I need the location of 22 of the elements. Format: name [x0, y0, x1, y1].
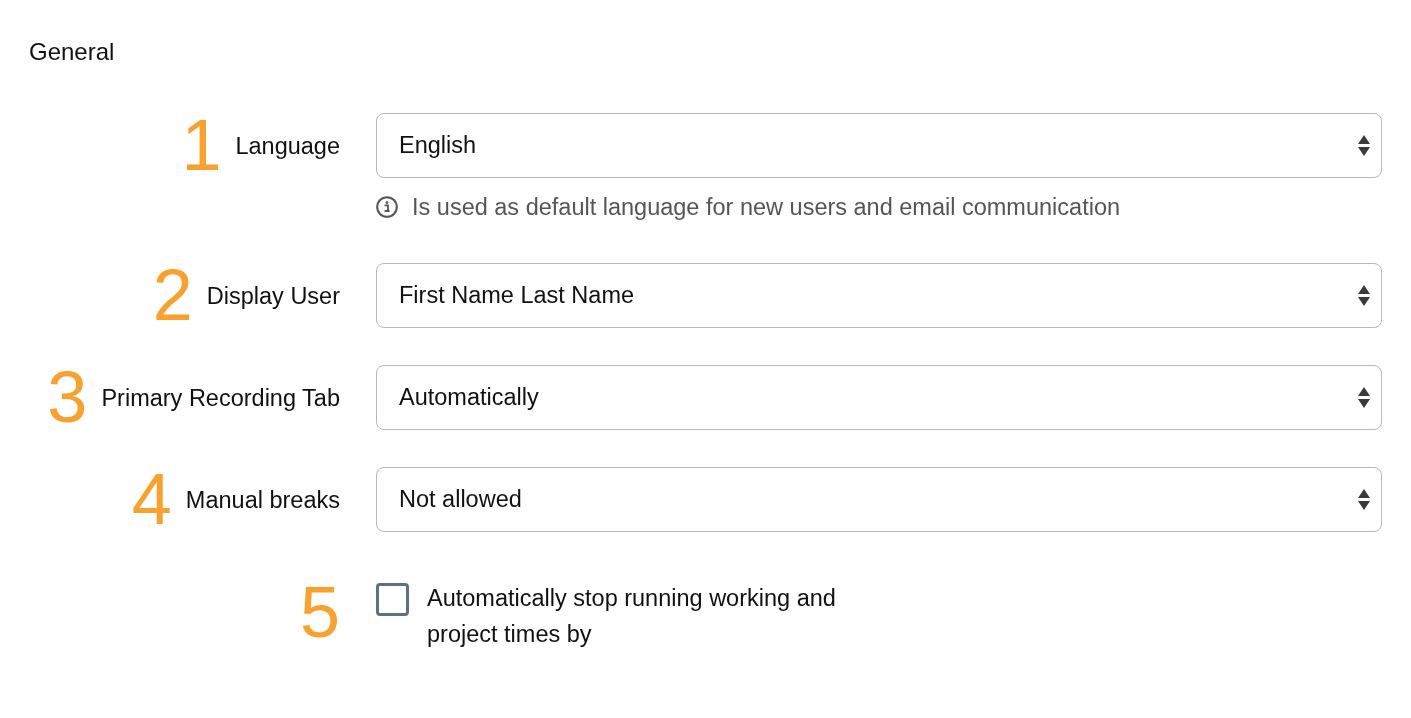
step-number: 3 — [47, 368, 88, 427]
dropdown-select[interactable]: Automatically — [376, 365, 1382, 430]
field-label: Language — [235, 131, 340, 160]
checkbox[interactable] — [376, 583, 409, 616]
field-label: Manual breaks — [185, 485, 340, 514]
up-down-caret-icon — [1358, 489, 1370, 510]
info-icon — [376, 196, 398, 218]
up-down-caret-icon — [1358, 387, 1370, 408]
field-label: Display User — [206, 281, 340, 310]
step-number: 5 — [299, 584, 340, 642]
dropdown-select[interactable]: First Name Last Name — [376, 263, 1382, 328]
step-number: 4 — [131, 470, 172, 529]
up-down-caret-icon — [1358, 135, 1370, 156]
checkbox-label: Automatically stop running working and project times by — [427, 584, 837, 649]
up-down-caret-icon — [1358, 285, 1370, 306]
field-label: Primary Recording Tab — [101, 383, 340, 412]
dropdown-select[interactable]: Not allowed — [376, 467, 1382, 532]
hint-text: Is used as default language for new users and email communication — [412, 194, 1121, 220]
section-title: General — [29, 37, 115, 67]
dropdown-select[interactable]: English — [376, 113, 1382, 178]
step-number: 2 — [152, 266, 193, 325]
step-number: 1 — [181, 116, 222, 175]
